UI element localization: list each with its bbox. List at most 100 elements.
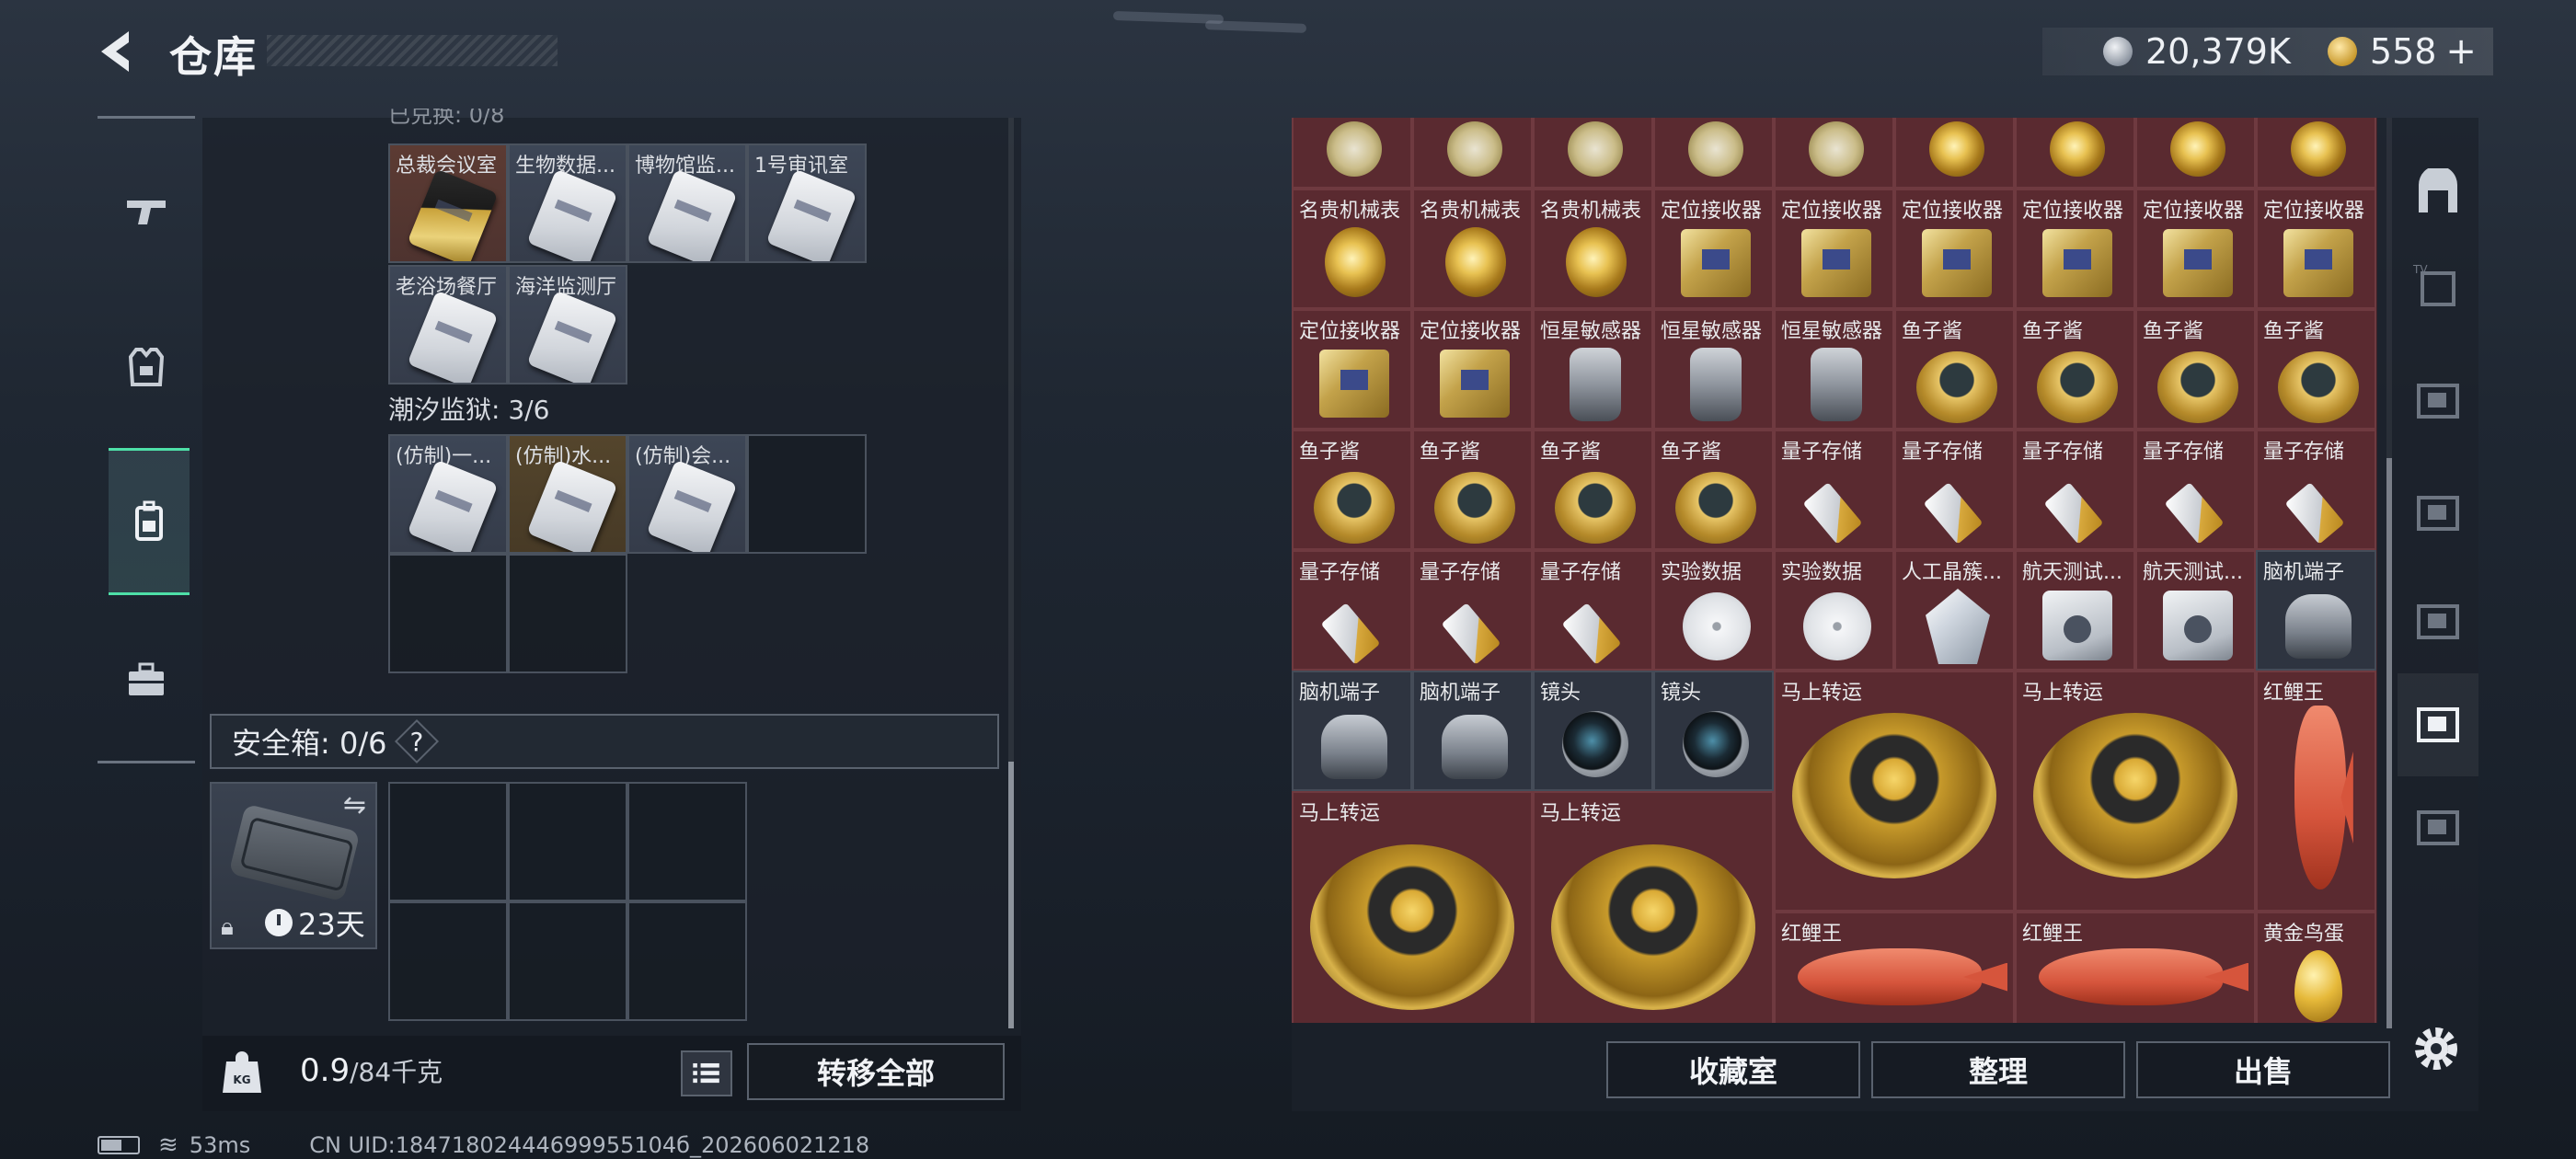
item-cell[interactable]: 马上转运 xyxy=(2015,671,2256,912)
item-cell[interactable]: 鱼子酱 xyxy=(1292,430,1412,550)
item-cell[interactable]: 量子存储 xyxy=(2256,430,2376,550)
keycard-slot[interactable]: (仿制)会... xyxy=(627,434,747,554)
tab-storage-3[interactable] xyxy=(2398,570,2478,673)
item-cell[interactable]: 定位接收器 xyxy=(2135,189,2256,309)
item-cell[interactable] xyxy=(1653,118,1774,189)
tab-storage-tv[interactable]: TV xyxy=(2398,234,2478,337)
keycard-slot[interactable]: 海洋监测厅 xyxy=(508,265,627,384)
item-cell[interactable]: 量子存储 xyxy=(2135,430,2256,550)
keycard-slot[interactable]: 生物数据... xyxy=(508,143,627,263)
item-cell[interactable]: 名贵机械表 xyxy=(1533,189,1653,309)
item-cell[interactable]: 定位接收器 xyxy=(2015,189,2135,309)
item-cell[interactable]: 恒星敏感器 xyxy=(1653,309,1774,430)
secure-slot[interactable] xyxy=(508,901,627,1021)
item-cell[interactable]: 镜头 xyxy=(1533,671,1653,791)
tab-storage-1[interactable] xyxy=(2398,350,2478,453)
item-cell[interactable]: 恒星敏感器 xyxy=(1533,309,1653,430)
item-cell[interactable]: 鱼子酱 xyxy=(1894,309,2015,430)
item-cell[interactable]: 量子存储 xyxy=(2015,430,2135,550)
item-cell[interactable]: 名贵机械表 xyxy=(1292,189,1412,309)
empty-keycard-slot[interactable] xyxy=(508,554,627,673)
transfer-all-button[interactable]: 转移全部 xyxy=(747,1043,1005,1100)
keycard-slot[interactable]: 1号审讯室 xyxy=(747,143,867,263)
item-cell[interactable]: 黄金鸟蛋 xyxy=(2256,912,2376,1023)
add-currency-button[interactable]: + xyxy=(2445,30,2477,73)
sort-button[interactable]: 整理 xyxy=(1871,1041,2125,1098)
item-cell[interactable]: 航天测试... xyxy=(2015,550,2135,671)
tab-backpack[interactable] xyxy=(109,448,190,595)
tab-storage-home[interactable] xyxy=(2398,142,2478,245)
inventory-scrollbar[interactable] xyxy=(2386,118,2392,1028)
tab-storage-4[interactable] xyxy=(2398,673,2478,776)
item-cell[interactable]: 镜头 xyxy=(1653,671,1774,791)
item-cell[interactable]: 量子存储 xyxy=(1412,550,1533,671)
item-cell[interactable]: 鱼子酱 xyxy=(2135,309,2256,430)
item-cell[interactable] xyxy=(2256,118,2376,189)
secure-slot[interactable] xyxy=(627,782,747,901)
item-cell[interactable]: 量子存储 xyxy=(1894,430,2015,550)
item-cell[interactable]: 定位接收器 xyxy=(1774,189,1894,309)
back-arrow-icon[interactable] xyxy=(92,26,151,77)
secure-slot[interactable] xyxy=(627,901,747,1021)
secure-slot[interactable] xyxy=(508,782,627,901)
item-cell[interactable]: 脑机端子 xyxy=(1412,671,1533,791)
keycard-slot[interactable]: 总裁会议室 xyxy=(388,143,508,263)
item-cell[interactable]: 人工晶簇... xyxy=(1894,550,2015,671)
keycard-slot[interactable]: 博物馆监... xyxy=(627,143,747,263)
secure-slot[interactable] xyxy=(388,782,508,901)
item-cell[interactable]: 红鲤王 xyxy=(2015,912,2256,1023)
tab-weapons[interactable] xyxy=(98,137,195,284)
item-cell[interactable] xyxy=(2135,118,2256,189)
item-cell[interactable]: 实验数据 xyxy=(1774,550,1894,671)
tab-armor[interactable] xyxy=(98,293,195,441)
item-cell[interactable]: 红鲤王 xyxy=(1774,912,2015,1023)
item-cell[interactable]: 名贵机械表 xyxy=(1412,189,1533,309)
item-cell[interactable] xyxy=(1894,118,2015,189)
secure-case-slot[interactable]: ⇋ 🔒︎ 23天 xyxy=(210,782,377,949)
list-view-button[interactable] xyxy=(681,1050,732,1096)
item-cell[interactable]: 马上转运 xyxy=(1533,791,1774,1023)
settings-gear-icon[interactable] xyxy=(2409,1021,2464,1076)
item-cell[interactable]: 定位接收器 xyxy=(1653,189,1774,309)
swap-icon[interactable]: ⇋ xyxy=(343,789,366,821)
item-cell[interactable]: 恒星敏感器 xyxy=(1774,309,1894,430)
empty-keycard-slot[interactable] xyxy=(747,434,867,554)
item-cell[interactable]: 鱼子酱 xyxy=(2256,309,2376,430)
item-cell[interactable]: 量子存储 xyxy=(1292,550,1412,671)
help-button[interactable]: ? xyxy=(395,718,440,764)
item-cell[interactable]: 鱼子酱 xyxy=(1412,430,1533,550)
keycard-slot[interactable]: (仿制)水... xyxy=(508,434,627,554)
item-cell[interactable]: 红鲤王 xyxy=(2256,671,2376,912)
tab-toolbox[interactable] xyxy=(98,606,195,753)
tab-storage-2[interactable] xyxy=(2398,462,2478,565)
gold-currency[interactable]: 558 + xyxy=(2327,30,2477,73)
scrollbar-thumb[interactable] xyxy=(1008,762,1014,1028)
secure-slot[interactable] xyxy=(388,901,508,1021)
collection-room-button[interactable]: 收藏室 xyxy=(1606,1041,1860,1098)
item-cell[interactable] xyxy=(1292,118,1412,189)
item-cell[interactable]: 脑机端子 xyxy=(2256,550,2376,671)
item-cell[interactable] xyxy=(2015,118,2135,189)
item-cell[interactable]: 实验数据 xyxy=(1653,550,1774,671)
item-cell[interactable]: 定位接收器 xyxy=(1412,309,1533,430)
item-cell[interactable]: 鱼子酱 xyxy=(1533,430,1653,550)
tab-storage-5[interactable] xyxy=(2398,776,2478,879)
item-cell[interactable]: 定位接收器 xyxy=(2256,189,2376,309)
scrollbar-thumb[interactable] xyxy=(2386,458,2392,1028)
empty-keycard-slot[interactable] xyxy=(388,554,508,673)
item-cell[interactable]: 定位接收器 xyxy=(1292,309,1412,430)
keycard-slot[interactable]: (仿制)一... xyxy=(388,434,508,554)
item-cell[interactable]: 马上转运 xyxy=(1292,791,1533,1023)
item-cell[interactable] xyxy=(1412,118,1533,189)
silver-currency[interactable]: 20,379K xyxy=(2103,31,2291,72)
item-cell[interactable]: 鱼子酱 xyxy=(2015,309,2135,430)
stash-scrollbar[interactable] xyxy=(1008,118,1014,1028)
item-cell[interactable]: 脑机端子 xyxy=(1292,671,1412,791)
item-cell[interactable]: 量子存储 xyxy=(1533,550,1653,671)
item-cell[interactable] xyxy=(1774,118,1894,189)
item-cell[interactable]: 航天测试... xyxy=(2135,550,2256,671)
item-cell[interactable]: 鱼子酱 xyxy=(1653,430,1774,550)
item-cell[interactable]: 马上转运 xyxy=(1774,671,2015,912)
item-cell[interactable]: 量子存储 xyxy=(1774,430,1894,550)
item-cell[interactable] xyxy=(1533,118,1653,189)
